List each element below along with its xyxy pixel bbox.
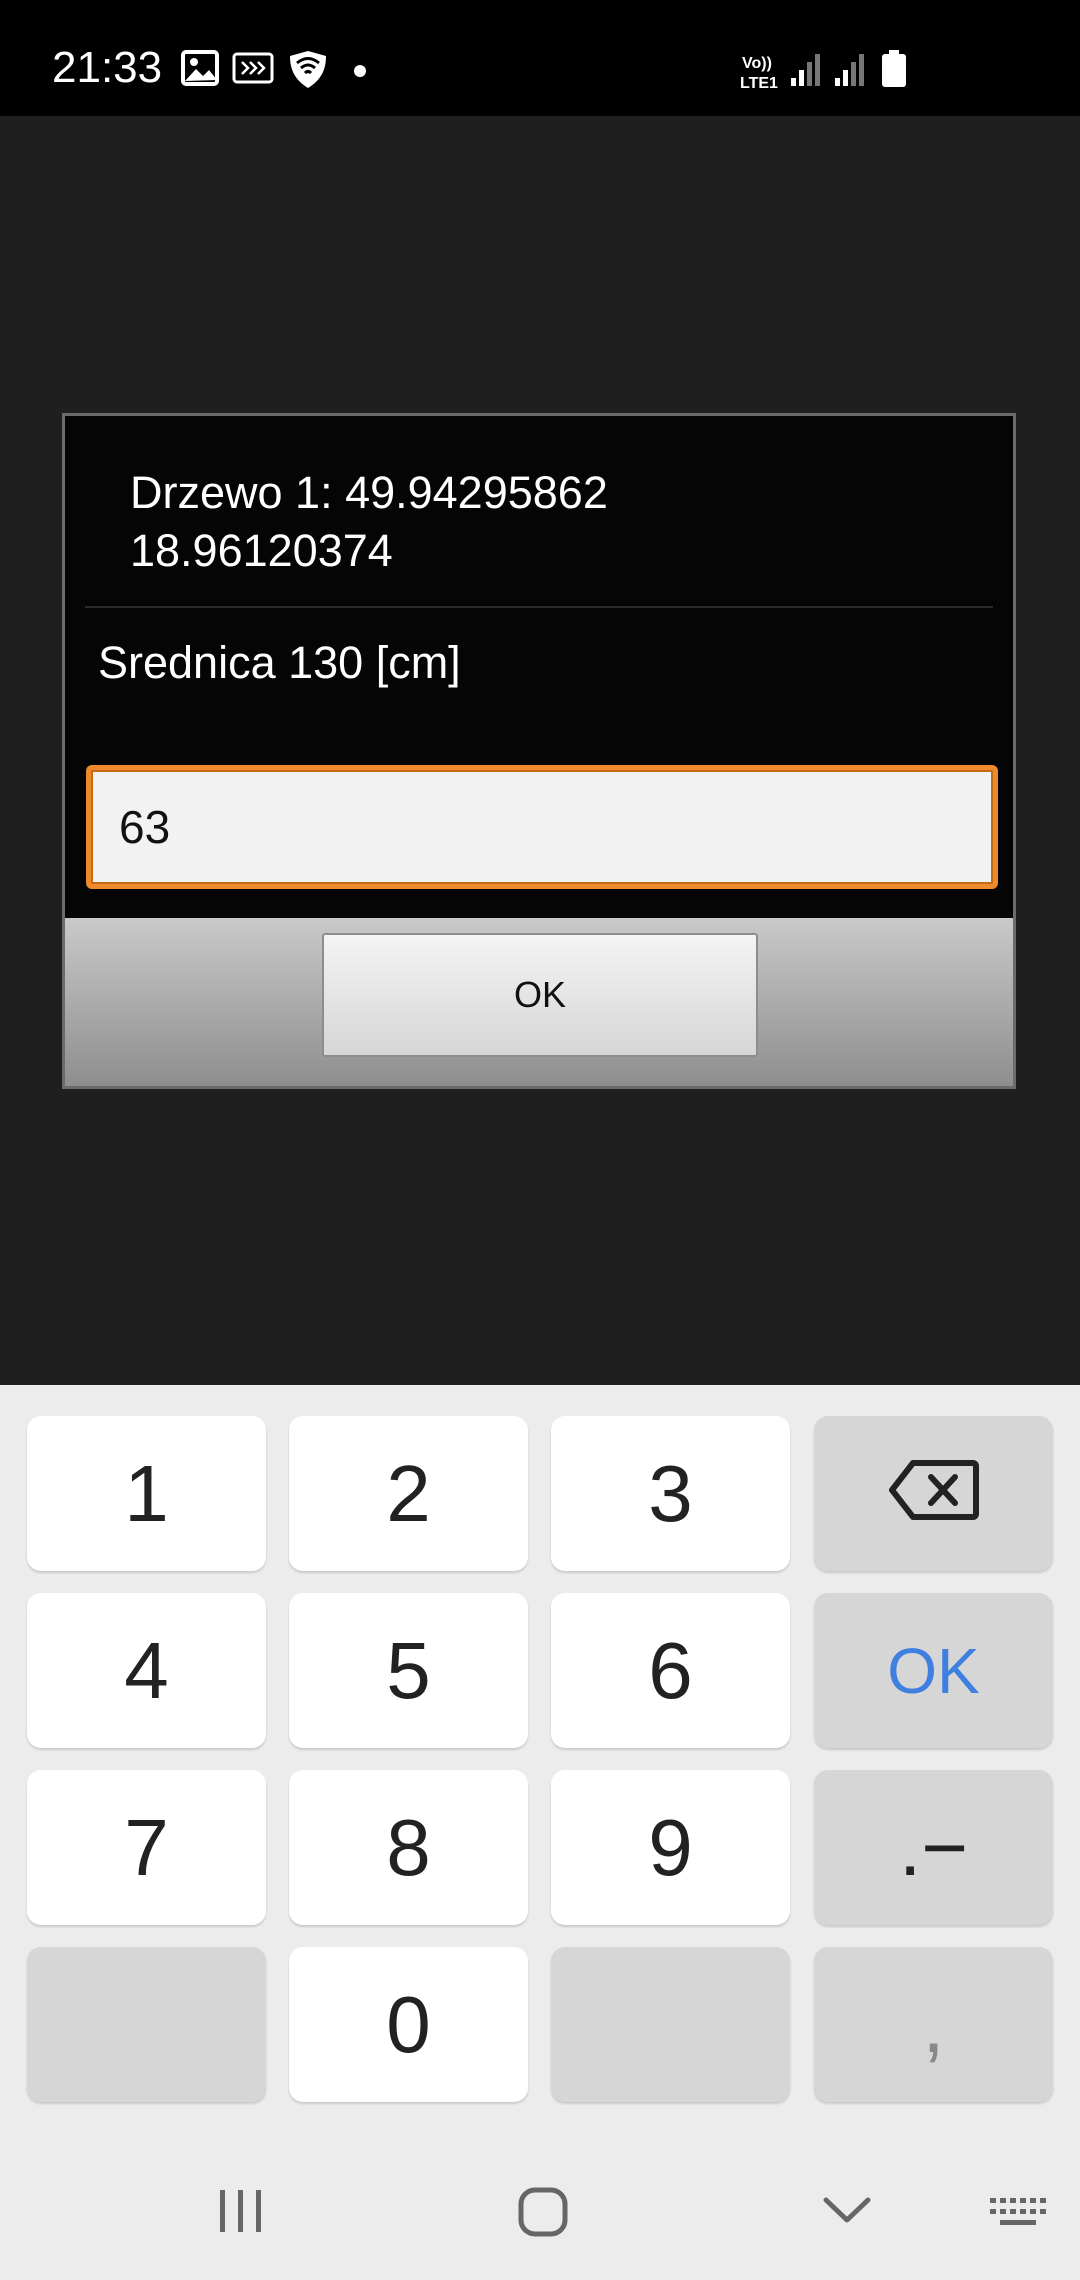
key-5[interactable]: 5 <box>289 1593 528 1748</box>
key-0[interactable]: 0 <box>289 1947 528 2102</box>
back-chevron-icon[interactable] <box>822 2196 872 2229</box>
keyboard-icon[interactable] <box>990 2198 1046 2235</box>
cast-icon <box>232 50 274 91</box>
dialog-title-line2: 18.96120374 <box>130 525 393 576</box>
recents-icon[interactable] <box>218 2190 264 2237</box>
signal-1-icon <box>790 50 822 93</box>
key-3[interactable]: 3 <box>551 1416 790 1571</box>
key-9[interactable]: 9 <box>551 1770 790 1925</box>
home-icon[interactable] <box>518 2187 568 2242</box>
key-8[interactable]: 8 <box>289 1770 528 1925</box>
image-icon <box>181 50 219 91</box>
navigation-bar <box>0 2130 1080 2280</box>
battery-icon <box>881 50 907 93</box>
key-2[interactable]: 2 <box>289 1416 528 1571</box>
volte-label: Vo)) <box>742 55 772 72</box>
backspace-key[interactable] <box>814 1416 1053 1571</box>
dialog-title: Drzewo 1: 49.94295862 18.96120374 <box>130 464 608 580</box>
diameter-input[interactable]: 63 <box>86 765 998 889</box>
backspace-icon <box>888 1448 979 1540</box>
key-1[interactable]: 1 <box>27 1416 266 1571</box>
dialog-divider <box>85 606 993 608</box>
key-7[interactable]: 7 <box>27 1770 266 1925</box>
dialog-field-label: Srednica 130 [cm] <box>98 637 461 688</box>
blank-key-left[interactable] <box>27 1947 266 2102</box>
comma-key[interactable]: , <box>814 1947 1053 2102</box>
shield-wifi-icon <box>287 50 329 95</box>
dot-icon <box>354 64 366 82</box>
keyboard-ok-key[interactable]: OK <box>814 1593 1053 1748</box>
status-bar: 21:33 Vo)) LTE1 <box>0 0 1080 116</box>
dot-minus-key[interactable]: .− <box>814 1770 1053 1925</box>
clock: 21:33 <box>52 43 163 92</box>
keyboard-ok-label: OK <box>887 1634 980 1707</box>
lte-label: LTE1 <box>740 75 778 92</box>
dialog-button-bar: OK <box>65 918 1013 1086</box>
blank-key-middle[interactable] <box>551 1947 790 2102</box>
signal-2-icon <box>834 50 866 93</box>
key-4[interactable]: 4 <box>27 1593 266 1748</box>
volte-lte-icon: Vo)) LTE1 <box>740 52 784 97</box>
dialog-title-line1: Drzewo 1: 49.94295862 <box>130 467 608 518</box>
dialog-ok-button[interactable]: OK <box>322 933 758 1057</box>
key-6[interactable]: 6 <box>551 1593 790 1748</box>
input-dialog: Drzewo 1: 49.94295862 18.96120374 Sredni… <box>62 413 1016 1089</box>
